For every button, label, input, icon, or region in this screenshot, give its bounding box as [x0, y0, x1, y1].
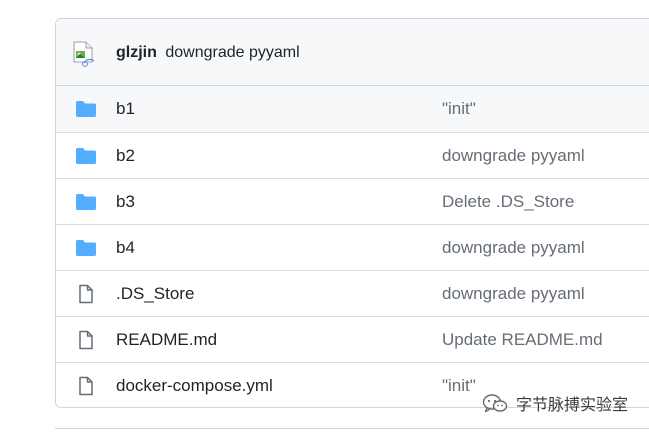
watermark: 字节脉搏实验室	[482, 390, 628, 416]
last-commit-message-link[interactable]: downgrade pyyaml	[442, 284, 585, 304]
file-row[interactable]: b3 Delete .DS_Store	[56, 178, 649, 224]
file-name-link[interactable]: docker-compose.yml	[116, 376, 273, 396]
commit-author-link[interactable]: glzjin	[116, 44, 157, 61]
file-browser: glzjin downgrade pyyaml b1 "init" b2 downgr…	[55, 18, 649, 408]
file-row[interactable]: .DS_Store downgrade pyyaml	[56, 270, 649, 316]
latest-commit-bar: glzjin downgrade pyyaml	[56, 19, 649, 86]
folder-name-link[interactable]: b3	[116, 192, 135, 212]
last-commit-message-link[interactable]: "init"	[442, 99, 476, 119]
divider	[55, 428, 649, 429]
last-commit-message-link[interactable]: downgrade pyyaml	[442, 238, 585, 258]
file-name-link[interactable]: .DS_Store	[116, 284, 194, 304]
file-name-link[interactable]: README.md	[116, 330, 217, 350]
last-commit-message-link[interactable]: downgrade pyyaml	[442, 146, 585, 166]
broken-avatar-icon[interactable]	[70, 39, 98, 67]
file-row[interactable]: b2 downgrade pyyaml	[56, 132, 649, 178]
last-commit-message-link[interactable]: Delete .DS_Store	[442, 192, 574, 212]
commit-message-link[interactable]: downgrade pyyaml	[165, 44, 299, 61]
folder-name-link[interactable]: b4	[116, 238, 135, 258]
folder-icon	[75, 238, 97, 258]
folder-icon	[75, 99, 97, 119]
last-commit-message-link[interactable]: "init"	[442, 376, 476, 396]
file-row[interactable]: b1 "init"	[56, 86, 649, 132]
folder-name-link[interactable]: b1	[116, 99, 135, 119]
folder-icon	[75, 192, 97, 212]
folder-icon	[75, 146, 97, 166]
folder-name-link[interactable]: b2	[116, 146, 135, 166]
file-row[interactable]: b4 downgrade pyyaml	[56, 224, 649, 270]
file-icon	[75, 330, 97, 350]
file-icon	[75, 284, 97, 304]
watermark-text: 字节脉搏实验室	[516, 397, 629, 414]
file-icon	[75, 376, 97, 396]
file-row[interactable]: README.md Update README.md	[56, 316, 649, 362]
wechat-icon	[482, 394, 508, 413]
last-commit-message-link[interactable]: Update README.md	[442, 330, 603, 350]
commit-summary: glzjin downgrade pyyaml	[116, 43, 300, 63]
